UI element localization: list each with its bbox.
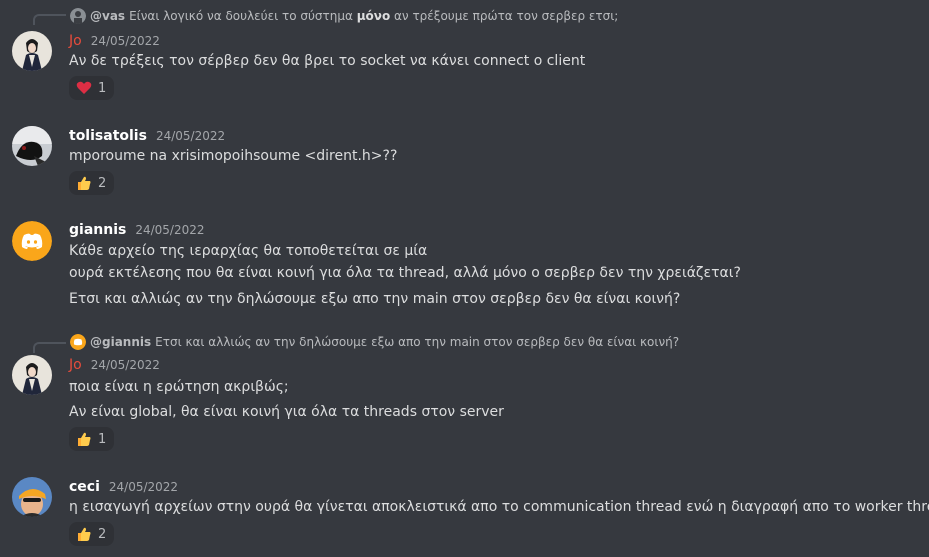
avatar[interactable] — [12, 477, 52, 517]
avatar[interactable] — [12, 126, 52, 166]
reply-avatar — [70, 8, 86, 24]
username[interactable]: tolisatolis — [69, 128, 147, 144]
message-text: Αν είναι global, θα είναι κοινή για όλα … — [69, 404, 504, 420]
chat-message-list: @vas Είναι λογικό να δουλεύει το σύστημα… — [0, 0, 929, 557]
reaction-button[interactable]: 2 — [69, 171, 114, 195]
heart-icon — [76, 81, 92, 94]
message-text: η εισαγωγή αρχείων στην ουρά θα γίνεται … — [69, 499, 929, 515]
thumbs-up-icon — [78, 432, 91, 446]
reaction-button[interactable]: 2 — [69, 522, 114, 546]
reaction-count: 2 — [98, 175, 107, 191]
timestamp: 24/05/2022 — [135, 223, 205, 237]
username[interactable]: ceci — [69, 479, 100, 495]
reply-mention[interactable]: @vas — [90, 9, 125, 23]
reply-text: Ετσι και αλλιώς αν την δηλώσουμε εξω απο… — [155, 335, 680, 349]
thumbs-up-icon — [78, 176, 91, 190]
message-text: mporoume na xrisimopoihsoume <dirent.h>?… — [69, 148, 398, 164]
message-text: Κάθε αρχείο της ιεραρχίας θα τοποθετείτα… — [69, 243, 428, 259]
timestamp: 24/05/2022 — [90, 34, 160, 48]
username[interactable]: giannis — [69, 222, 126, 238]
username[interactable]: Jo — [69, 357, 82, 373]
discord-logo-icon — [21, 233, 43, 249]
message-text: Ετσι και αλλιώς αν την δηλώσουμε εξω απο… — [69, 291, 681, 307]
avatar[interactable] — [12, 221, 52, 261]
message-text: ποια είναι η ερώτηση ακριβώς; — [69, 379, 289, 395]
reply-connector — [33, 342, 66, 353]
reaction-count: 2 — [98, 526, 107, 542]
reply-connector — [33, 14, 66, 25]
reply-preview[interactable]: @giannis Ετσι και αλλιώς αν την δηλώσουμ… — [70, 334, 679, 350]
reaction-button[interactable]: 1 — [69, 427, 114, 451]
reply-mention[interactable]: @giannis — [90, 335, 151, 349]
timestamp: 24/05/2022 — [108, 480, 179, 494]
message-text: ουρά εκτέλεσης που θα είναι κοινή για όλ… — [69, 265, 741, 281]
reaction-count: 1 — [98, 80, 107, 96]
message-text: Αν δε τρέξεις τον σέρβερ δεν θα βρει το … — [69, 53, 586, 69]
timestamp: 24/05/2022 — [90, 358, 160, 372]
reaction-count: 1 — [98, 431, 107, 447]
username[interactable]: Jo — [69, 33, 82, 49]
reply-avatar — [70, 334, 86, 350]
reply-text: Είναι λογικό να δουλεύει το σύστημα μόνο… — [129, 9, 619, 23]
avatar[interactable] — [12, 355, 52, 395]
timestamp: 24/05/2022 — [155, 129, 226, 143]
reply-preview[interactable]: @vas Είναι λογικό να δουλεύει το σύστημα… — [70, 8, 618, 24]
reaction-button[interactable]: 1 — [69, 76, 114, 100]
thumbs-up-icon — [78, 527, 91, 541]
avatar[interactable] — [12, 31, 52, 71]
